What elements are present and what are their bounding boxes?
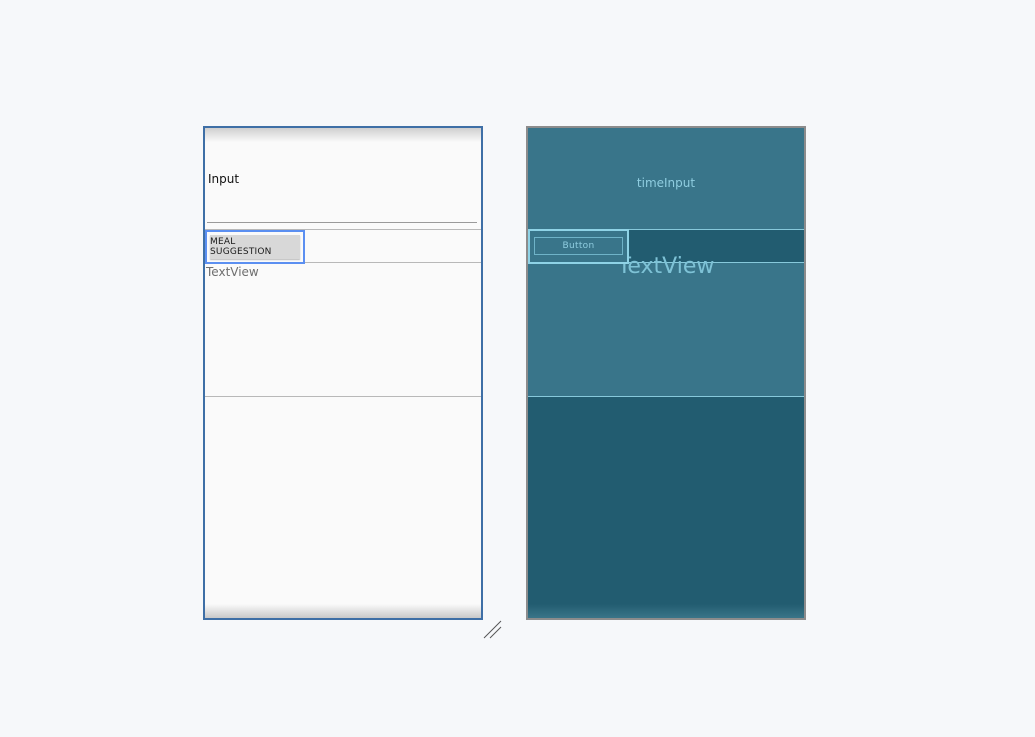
blueprint-constraint-line (528, 396, 804, 397)
design-constraint-line (205, 396, 481, 397)
design-meal-suggestion-button-selection[interactable]: MEAL SUGGESTION (205, 230, 305, 264)
design-meal-suggestion-button[interactable]: MEAL SUGGESTION (210, 235, 300, 259)
design-input-field[interactable]: Input (208, 172, 239, 186)
design-view-surface[interactable]: Input MEAL SUGGESTION TextView (203, 126, 483, 620)
blueprint-time-input-label: timeInput (636, 176, 696, 190)
design-textview[interactable]: TextView (206, 265, 259, 279)
design-bottom-shadow (205, 604, 481, 618)
blueprint-bottom-shadow (528, 604, 804, 618)
blueprint-textview-block[interactable] (528, 262, 804, 396)
blueprint-view-surface[interactable]: timeInput TextView Button (526, 126, 806, 620)
resize-handle-icon[interactable] (483, 620, 503, 640)
blueprint-button-selection[interactable]: Button (528, 229, 629, 264)
design-top-shadow (205, 128, 481, 142)
design-input-underline (207, 222, 477, 223)
blueprint-button[interactable]: Button (534, 237, 623, 255)
